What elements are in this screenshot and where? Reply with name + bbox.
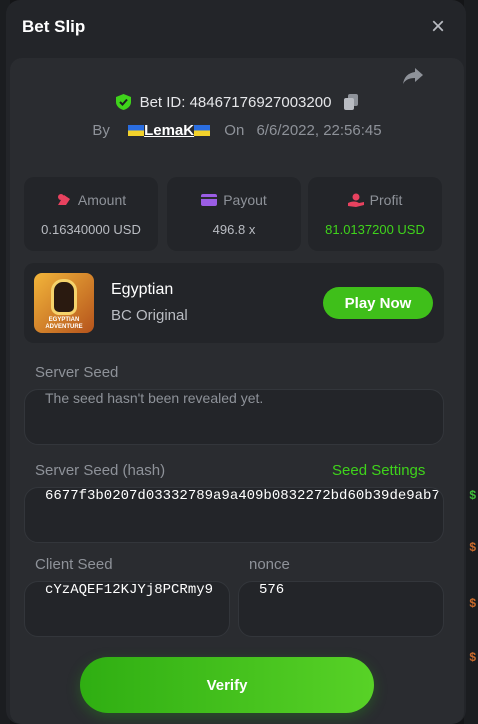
dollar-icon: $ [469,596,476,610]
modal-title: Bet Slip [22,17,86,36]
payout-header: Payout [167,192,301,208]
nonce-field[interactable]: 576 [238,581,444,637]
amount-card: Amount 0.16340000 USD [24,177,158,251]
chip-icon [57,194,70,205]
play-now-button[interactable]: Play Now [323,287,433,319]
flag-icon [128,125,145,136]
bet-id-value: 48467176927003200 [189,94,332,111]
server-hash-field[interactable]: 6677f3b0207d03332789a9a409b0832272bd60b3… [24,487,444,543]
server-seed-field[interactable]: The seed hasn't been revealed yet. [24,389,444,445]
server-hash-label: Server Seed (hash) [35,462,166,479]
payout-label: Payout [223,192,267,208]
game-card: EGYPTIAN ADVENTURE Egyptian BC Original … [24,263,444,343]
on-label: On [224,122,245,139]
server-seed-label: Server Seed [35,364,119,381]
dollar-icon: $ [469,488,476,502]
shield-check-icon [116,94,132,110]
seed-settings-link[interactable]: Seed Settings [332,462,425,479]
client-seed-label: Client Seed [35,556,113,573]
by-label: By [92,122,110,139]
payout-card: Payout 496.8 x [167,177,301,251]
nonce-label: nonce [249,556,290,573]
bet-slip-modal: Bet Slip × Bet ID: 48467176927003200 By … [6,0,466,724]
bet-stats: Amount 0.16340000 USD Payout 496.8 x Pro… [24,177,444,251]
close-icon[interactable]: × [428,15,448,39]
flag-icon [194,125,211,136]
amount-header: Amount [24,192,158,208]
game-name: Egyptian [111,281,174,298]
amount-label: Amount [77,192,127,208]
game-thumbnail-text: EGYPTIAN ADVENTURE [45,317,83,330]
verify-button[interactable]: Verify [80,657,374,713]
bet-id-row: Bet ID: 48467176927003200 [10,94,464,111]
profit-label: Profit [369,192,403,208]
client-seed-field[interactable]: cYzAQEF12KJYj8PCRmy9 [24,581,230,637]
right-background-strip: $ $ $ $ [464,0,478,724]
pharaoh-icon [51,279,77,315]
game-provider: BC Original [111,307,188,324]
dollar-icon: $ [469,650,476,664]
bet-id-label: Bet ID: [139,94,186,111]
bet-datetime: 6/6/2022, 22:56:45 [256,122,382,139]
bet-author-row: By LemaK On 6/6/2022, 22:56:45 [10,122,464,139]
amount-value: 0.16340000 USD [41,222,141,237]
coins-hand-icon [347,193,364,207]
game-thumbnail[interactable]: EGYPTIAN ADVENTURE [34,273,94,333]
username-text: LemaK [144,122,195,139]
share-icon[interactable] [402,66,424,86]
bet-details-panel: Bet ID: 48467176927003200 By LemaK On 6/… [10,58,464,724]
wallet-icon [201,194,218,206]
payout-value: 496.8 x [212,222,256,237]
username-link[interactable]: LemaK [128,122,211,139]
profit-header: Profit [308,192,442,208]
profit-value: 81.0137200 USD [325,222,425,237]
profit-card: Profit 81.0137200 USD [308,177,442,251]
copy-icon[interactable] [343,94,358,110]
dollar-icon: $ [469,540,476,554]
